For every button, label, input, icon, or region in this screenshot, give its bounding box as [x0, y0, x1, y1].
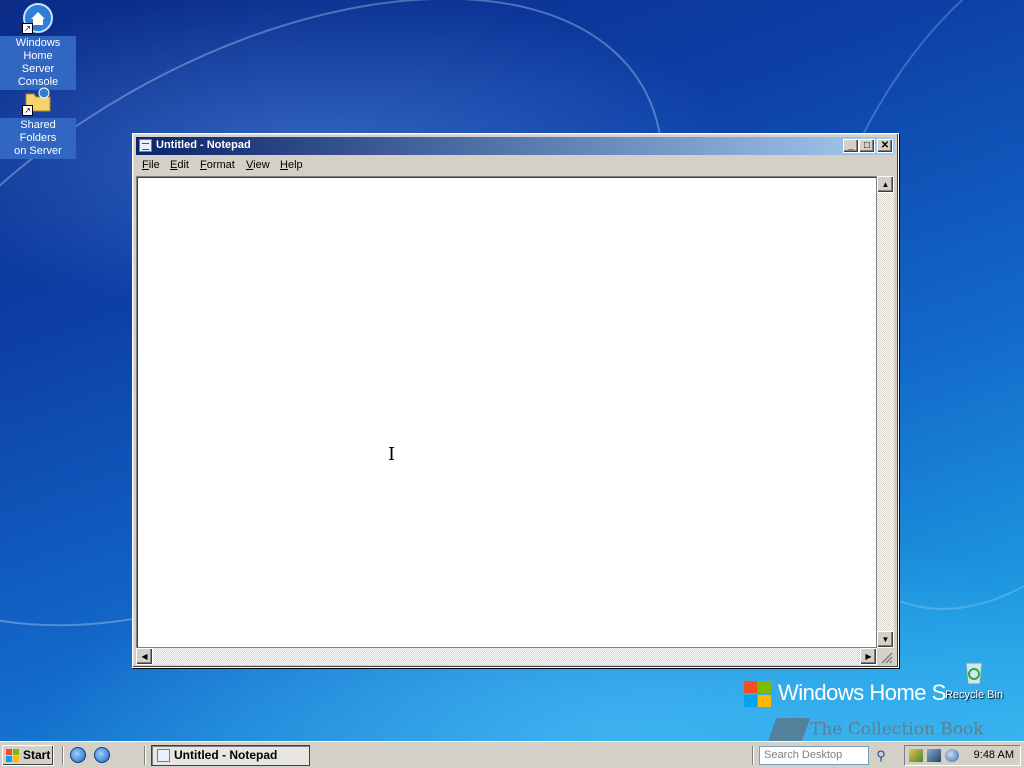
- menu-edit[interactable]: Edit: [170, 159, 189, 171]
- menu-file[interactable]: File: [142, 159, 160, 171]
- menu-view[interactable]: View: [246, 159, 270, 171]
- book-icon: [767, 718, 811, 742]
- resize-grip-icon[interactable]: [877, 648, 894, 665]
- watermark: The Collection Book: [767, 718, 984, 742]
- menu-help[interactable]: Help: [280, 159, 303, 171]
- title-bar[interactable]: Untitled - Notepad _ □ ✕: [136, 137, 895, 155]
- recycle-bin-icon: [960, 658, 988, 686]
- windows-home-server-branding: Windows Home S: [742, 680, 946, 708]
- search-desktop-input[interactable]: Search Desktop: [759, 746, 869, 765]
- notepad-window[interactable]: Untitled - Notepad _ □ ✕ File Edit Forma…: [132, 133, 899, 668]
- taskbar: Start Untitled - Notepad Search Desktop …: [0, 741, 1024, 768]
- taskbar-separator: [752, 746, 754, 765]
- shared-folder-icon: ↗: [22, 84, 54, 116]
- horizontal-scrollbar[interactable]: ◀ ▶: [136, 648, 877, 665]
- desktop-icon-recycle-bin[interactable]: Recycle Bin: [940, 658, 1008, 703]
- shortcut-arrow-icon: ↗: [22, 23, 33, 34]
- shortcut-arrow-icon: ↗: [22, 105, 33, 116]
- taskbar-separator: [144, 746, 146, 765]
- desktop-icon-shared-folders[interactable]: ↗ Shared Folders on Server: [0, 84, 76, 159]
- network-tray-icon[interactable]: [927, 749, 941, 762]
- windows-logo-icon: [6, 749, 19, 762]
- whs-tray-icon[interactable]: [909, 749, 923, 762]
- text-cursor-icon: I: [388, 444, 396, 465]
- window-title: Untitled - Notepad: [156, 139, 251, 151]
- desktop-icon-label: Windows Home Server Console: [0, 36, 76, 90]
- text-edit-area[interactable]: [136, 176, 877, 648]
- notepad-icon: [139, 139, 152, 152]
- desktop-icon-whs-console[interactable]: ↗ Windows Home Server Console: [0, 2, 76, 90]
- clock[interactable]: 9:48 AM: [974, 749, 1014, 761]
- minimize-button[interactable]: _: [843, 139, 859, 153]
- close-button[interactable]: ✕: [877, 139, 893, 153]
- quicklaunch-ie-icon[interactable]: [70, 747, 86, 763]
- home-server-icon: ↗: [22, 2, 54, 34]
- quicklaunch-browser-icon[interactable]: [94, 747, 110, 763]
- system-tray: 9:48 AM: [904, 745, 1021, 766]
- scroll-up-button[interactable]: ▲: [877, 176, 894, 193]
- scroll-right-button[interactable]: ▶: [860, 648, 877, 665]
- windows-flag-icon: [742, 680, 772, 708]
- desktop-icon-label: Recycle Bin: [944, 689, 1004, 701]
- notepad-icon: [157, 749, 170, 762]
- search-icon[interactable]: ⚲: [871, 746, 891, 765]
- taskbar-button-notepad[interactable]: Untitled - Notepad: [151, 745, 310, 766]
- maximize-button[interactable]: □: [859, 139, 875, 153]
- search-tray-icon[interactable]: [945, 749, 959, 762]
- vertical-scrollbar[interactable]: ▲ ▼: [877, 176, 894, 648]
- scroll-left-button[interactable]: ◀: [136, 648, 153, 665]
- taskbar-separator: [62, 746, 64, 765]
- menu-bar: File Edit Format View Help: [136, 156, 895, 175]
- scroll-down-button[interactable]: ▼: [877, 631, 894, 648]
- menu-format[interactable]: Format: [200, 159, 235, 171]
- start-button[interactable]: Start: [2, 745, 54, 766]
- desktop-icon-label: Shared Folders on Server: [0, 118, 76, 159]
